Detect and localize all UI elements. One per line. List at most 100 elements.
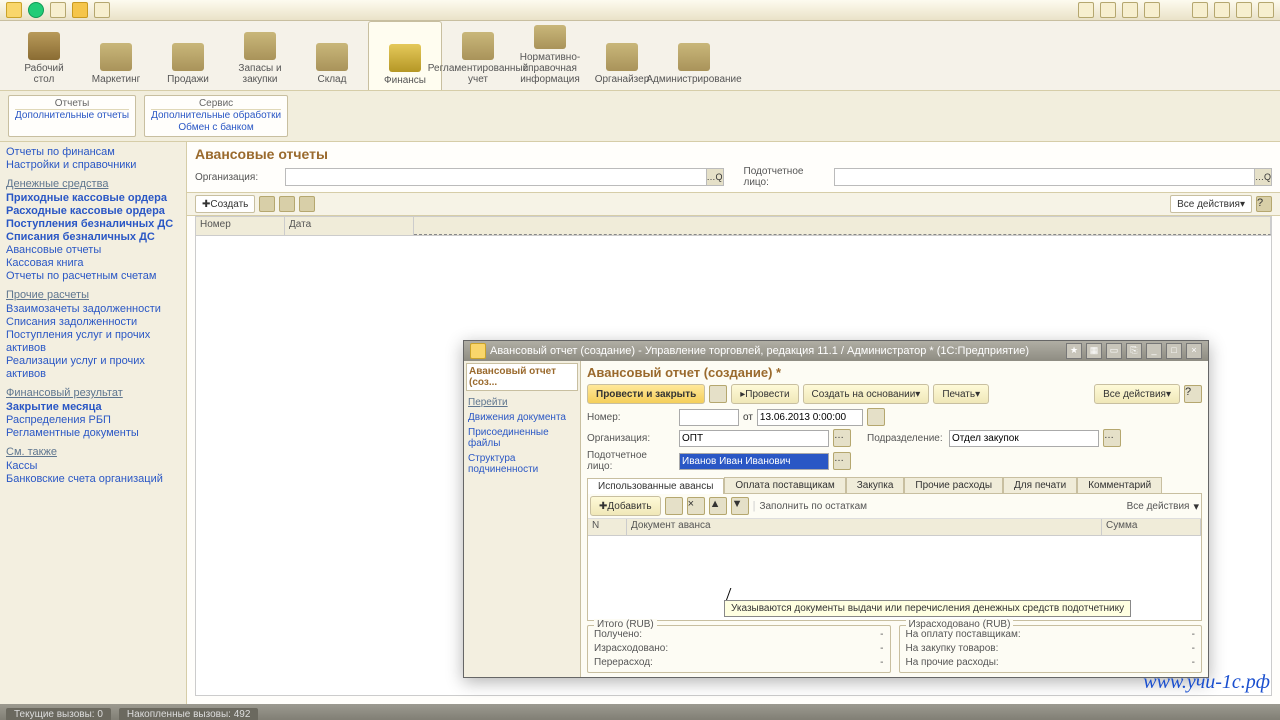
person-field[interactable] <box>679 453 829 470</box>
dept-field[interactable] <box>949 430 1099 447</box>
sidebar-link[interactable]: Настройки и справочники <box>6 159 180 172</box>
section-6[interactable]: Регламентированныйучет <box>442 21 514 89</box>
sidebar-link[interactable]: Поступления безналичных ДС <box>6 218 180 231</box>
help-icon[interactable]: ? <box>1256 196 1272 212</box>
print-button[interactable]: Печать ▾ <box>933 384 989 404</box>
create-button[interactable]: ✚ Создать <box>195 195 255 213</box>
detail-tab[interactable]: Для печати <box>1003 477 1077 493</box>
sidebar-link[interactable]: Приходные кассовые ордера <box>6 192 180 205</box>
history-icon[interactable] <box>94 2 110 18</box>
section-0[interactable]: Рабочийстол <box>8 21 80 89</box>
tool-icon[interactable] <box>1078 2 1094 18</box>
post-button[interactable]: ▸ Провести <box>731 384 798 404</box>
modal-nav-item[interactable]: Перейти <box>466 395 578 410</box>
modal-nav-item[interactable]: Движения документа <box>466 410 578 425</box>
sidebar-link[interactable]: Кассы <box>6 460 180 473</box>
section-2[interactable]: Продажи <box>152 21 224 89</box>
copy-icon[interactable] <box>259 196 275 212</box>
modal-nav-item[interactable]: Авансовый отчет (соз... <box>466 363 578 391</box>
nav-fwd-icon[interactable] <box>50 2 66 18</box>
post-and-close-button[interactable]: Провести и закрыть <box>587 384 705 404</box>
col-number[interactable]: Номер <box>196 217 285 235</box>
sidebar-link[interactable]: Авансовые отчеты <box>6 244 180 257</box>
minimize-icon[interactable]: _ <box>1146 343 1162 359</box>
tool-icon[interactable]: ▦ <box>1086 343 1102 359</box>
section-3[interactable]: Запасы изакупки <box>224 21 296 89</box>
copy-icon[interactable] <box>665 497 683 515</box>
close-icon[interactable]: × <box>1186 343 1202 359</box>
help-icon[interactable]: ? <box>1184 385 1202 403</box>
subribbon-link[interactable]: Обмен с банком <box>151 122 281 134</box>
tool-icon[interactable] <box>1100 2 1116 18</box>
maximize-icon[interactable]: □ <box>1166 343 1182 359</box>
delete-icon[interactable] <box>299 196 315 212</box>
save-icon[interactable] <box>709 385 727 403</box>
delete-icon[interactable]: × <box>687 497 705 515</box>
modal-nav-item[interactable]: Структура подчиненности <box>466 451 578 477</box>
create-based-button[interactable]: Создать на основании ▾ <box>803 384 930 404</box>
modal-nav-item[interactable]: Присоединенные файлы <box>466 425 578 451</box>
detail-tab[interactable]: Закупка <box>846 477 905 493</box>
maximize-icon[interactable] <box>1236 2 1252 18</box>
subribbon-link[interactable]: Дополнительные отчеты <box>15 110 129 122</box>
col-date[interactable]: Дата <box>285 217 414 235</box>
date-field[interactable] <box>757 409 863 426</box>
favorites-icon[interactable] <box>72 2 88 18</box>
fill-by-balance-link[interactable]: Заполнить по остаткам <box>759 501 867 512</box>
sidebar-link[interactable]: Распределения РБП <box>6 414 180 427</box>
dropdown-icon[interactable]: …Q <box>1254 169 1271 185</box>
section-7[interactable]: Нормативно-справочнаяинформация <box>514 21 586 89</box>
subribbon-link[interactable]: Дополнительные обработки <box>151 110 281 122</box>
status-tab[interactable]: Текущие вызовы: 0 <box>6 708 111 720</box>
col-n[interactable]: N <box>588 519 627 535</box>
edit-icon[interactable] <box>279 196 295 212</box>
col-doc[interactable]: Документ аванса <box>627 519 1102 535</box>
calendar-icon[interactable] <box>867 408 885 426</box>
grid-body[interactable]: Указываются документы выдачи или перечис… <box>588 536 1201 620</box>
status-tab[interactable]: Накопленные вызовы: 492 <box>119 708 259 720</box>
sidebar-link[interactable]: Взаимозачеты задолженности <box>6 303 180 316</box>
sidebar-link[interactable]: Регламентные документы <box>6 427 180 440</box>
favorite-icon[interactable]: ★ <box>1066 343 1082 359</box>
sidebar-link[interactable]: Закрытие месяца <box>6 401 180 414</box>
detail-tab[interactable]: Прочие расходы <box>904 477 1003 493</box>
move-up-icon[interactable]: ▲ <box>709 497 727 515</box>
sidebar-link[interactable]: Реализации услуг и прочих активов <box>6 355 180 381</box>
select-icon[interactable]: … <box>833 429 851 447</box>
detail-tab[interactable]: Оплата поставщикам <box>724 477 845 493</box>
dropdown-icon[interactable]: …Q <box>706 169 723 185</box>
section-4[interactable]: Склад <box>296 21 368 89</box>
select-icon[interactable]: … <box>1103 429 1121 447</box>
nav-back-icon[interactable] <box>28 2 44 18</box>
window-title-bar[interactable]: Авансовый отчет (создание) - Управление … <box>464 341 1208 361</box>
col-sum[interactable]: Сумма <box>1102 519 1201 535</box>
section-1[interactable]: Маркетинг <box>80 21 152 89</box>
number-field[interactable] <box>679 409 739 426</box>
minimize-icon[interactable] <box>1214 2 1230 18</box>
detail-tab[interactable]: Использованные авансы <box>587 478 724 494</box>
all-actions-button[interactable]: Все действия ▾ <box>1170 195 1252 213</box>
help-icon[interactable] <box>1192 2 1208 18</box>
tool-icon[interactable]: ▭ <box>1106 343 1122 359</box>
sidebar-link[interactable]: Отчеты по финансам <box>6 146 180 159</box>
sidebar-link[interactable]: Поступления услуг и прочих активов <box>6 329 180 355</box>
sidebar-link[interactable]: Отчеты по расчетным счетам <box>6 270 180 283</box>
detail-tab[interactable]: Комментарий <box>1077 477 1162 493</box>
select-icon[interactable]: … <box>833 452 851 470</box>
sidebar-link[interactable]: Списания безналичных ДС <box>6 231 180 244</box>
tool-icon[interactable] <box>1122 2 1138 18</box>
tool-icon[interactable] <box>1144 2 1160 18</box>
all-actions-button[interactable]: Все действия ▾ <box>1094 384 1180 404</box>
filter-org-field[interactable]: …Q <box>285 168 724 186</box>
sidebar-link[interactable]: Списания задолженности <box>6 316 180 329</box>
close-icon[interactable] <box>1258 2 1274 18</box>
sidebar-link[interactable]: Расходные кассовые ордера <box>6 205 180 218</box>
org-field[interactable] <box>679 430 829 447</box>
section-9[interactable]: Администрирование <box>658 21 730 89</box>
grid-all-actions[interactable]: Все действия <box>1127 501 1190 512</box>
sidebar-link[interactable]: Банковские счета организаций <box>6 473 180 486</box>
move-down-icon[interactable]: ▼ <box>731 497 749 515</box>
sidebar-link[interactable]: Кассовая книга <box>6 257 180 270</box>
tool-icon[interactable]: ⎘ <box>1126 343 1142 359</box>
filter-person-field[interactable]: …Q <box>834 168 1273 186</box>
